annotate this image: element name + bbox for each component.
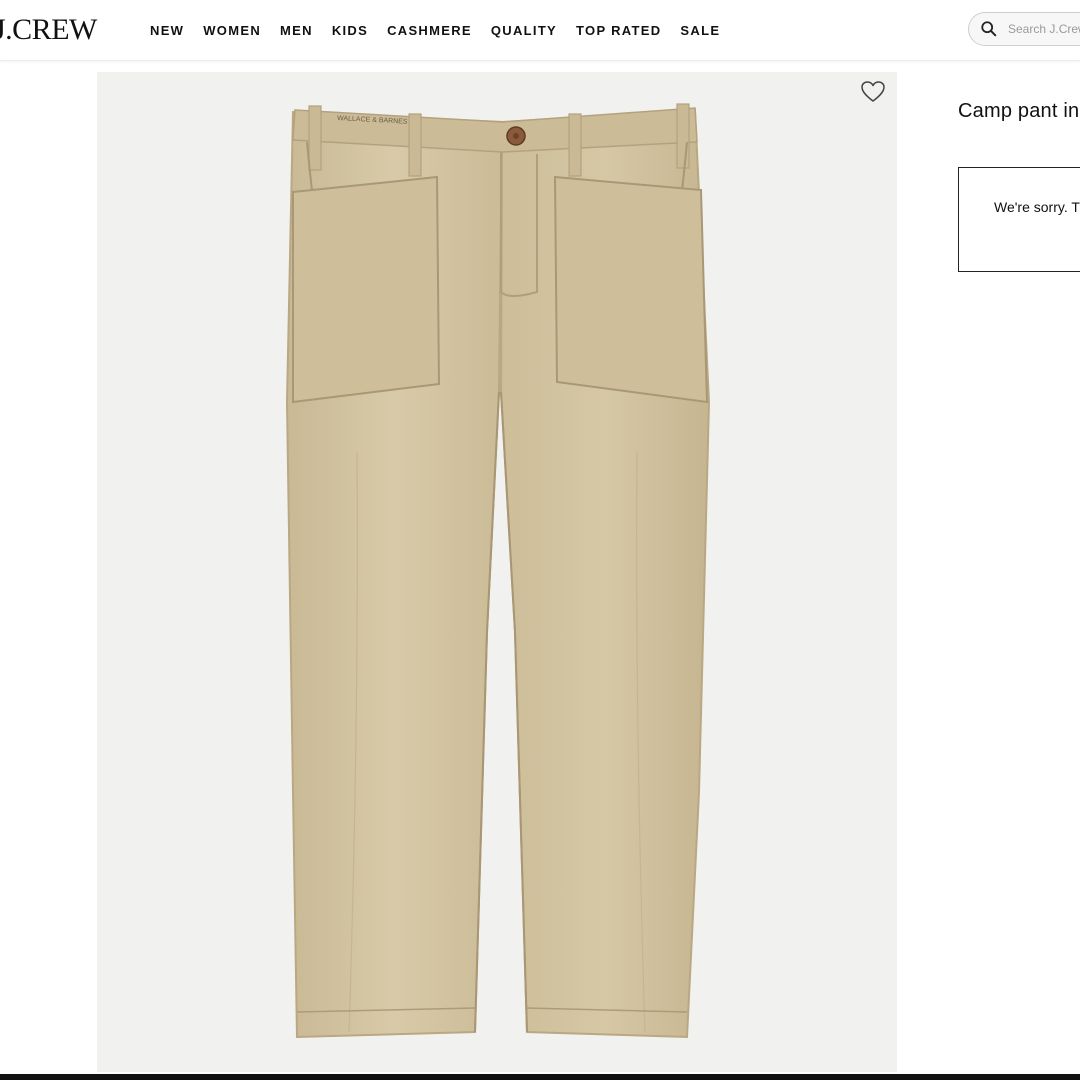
product-image[interactable]: WALLACE & BARNES: [97, 72, 897, 1072]
notice-text: We're sorry. T: [994, 199, 1080, 215]
nav-item-quality[interactable]: QUALITY: [491, 23, 557, 38]
search-input[interactable]: [1008, 22, 1080, 36]
main-nav: NEW WOMEN MEN KIDS CASHMERE QUALITY TOP …: [150, 0, 739, 60]
product-title: Camp pant in: [958, 100, 1080, 122]
heart-icon[interactable]: [860, 80, 886, 104]
nav-item-women[interactable]: WOMEN: [203, 23, 261, 38]
nav-item-new[interactable]: NEW: [150, 23, 184, 38]
product-page: J.CREW NEW WOMEN MEN KIDS CASHMERE QUALI…: [0, 0, 1080, 1080]
camp-pant-image: WALLACE & BARNES: [285, 103, 711, 1039]
nav-item-sale[interactable]: SALE: [680, 23, 720, 38]
nav-item-cashmere[interactable]: CASHMERE: [387, 23, 472, 38]
search-bar[interactable]: [968, 12, 1080, 46]
site-header: J.CREW NEW WOMEN MEN KIDS CASHMERE QUALI…: [0, 0, 1080, 61]
nav-item-kids[interactable]: KIDS: [332, 23, 368, 38]
bottom-edge: [0, 1074, 1080, 1080]
search-icon[interactable]: [980, 20, 998, 38]
jcrew-logo[interactable]: J.CREW: [0, 10, 97, 50]
nav-item-men[interactable]: MEN: [280, 23, 313, 38]
nav-item-top-rated[interactable]: TOP RATED: [576, 23, 661, 38]
availability-notice: We're sorry. T: [958, 167, 1080, 272]
